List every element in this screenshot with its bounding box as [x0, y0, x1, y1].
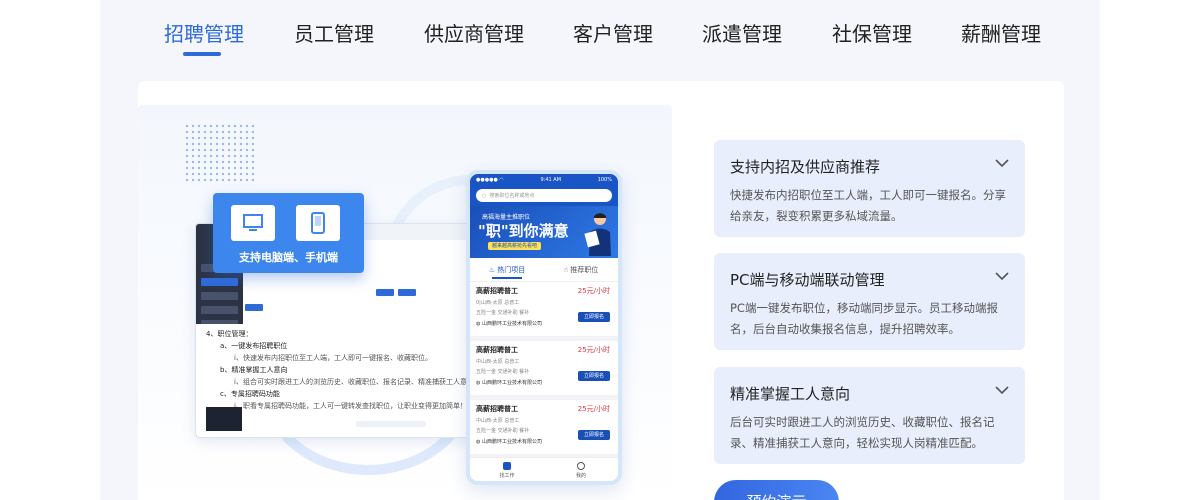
doc-line: i、职看专属招聘码功能，工人可一键转发查找职位，让职业变得更加简单！ [234, 402, 467, 410]
desktop-pager [356, 421, 426, 427]
phone-banner: 高福海量主推职位 "职"到你满意 越来越高薪抢先看吧 [470, 206, 618, 258]
phone-nav-work-label: 找工作 [499, 473, 515, 479]
banner-sub-text: 越来越高薪抢先看吧 [488, 242, 542, 250]
job-company-name: 山西鹏环工业技术有限公司 [481, 380, 542, 386]
active-tab-indicator [183, 52, 221, 56]
doc-line: b、精准掌握工人意向 [220, 366, 288, 374]
job-apply-button: 立即报名 [578, 371, 610, 381]
tab-dispatch[interactable]: 派遣管理 [702, 18, 782, 47]
tab-supplier[interactable]: 供应商管理 [424, 18, 524, 47]
feature-title: PC端与移动端联动管理 [730, 271, 885, 289]
chevron-down-icon[interactable] [995, 158, 1009, 168]
content-card: 4、职位管理： a、一键发布招聘职位 i、快速发布内招职位至工人端，工人即可一键… [138, 81, 1064, 500]
page-stage: 招聘管理 员工管理 供应商管理 客户管理 派遣管理 社保管理 薪酬管理 4、职位… [100, 0, 1100, 500]
phone-search-placeholder: 搜索职位名称或地点 [489, 193, 535, 199]
company-logo-icon: ◍ [476, 439, 481, 445]
desktop-sidebar-item [201, 306, 238, 314]
job-apply-button: 立即报名 [578, 312, 610, 322]
phone-tab-recommend: ☝ 推荐职位 [544, 258, 618, 281]
phone-nav-work: 找工作 [470, 458, 544, 481]
job-company-name: 山西鹏环工业技术有限公司 [481, 321, 542, 327]
company-logo-icon: ◍ [476, 321, 481, 327]
monitor-icon [231, 205, 275, 241]
feature-title: 精准掌握工人意向 [730, 385, 851, 403]
tab-social-security[interactable]: 社保管理 [832, 18, 912, 47]
phone-battery: 100% [597, 177, 612, 183]
tab-customer[interactable]: 客户管理 [573, 18, 653, 47]
doc-heading: 4、职位管理： [206, 330, 253, 338]
user-icon [577, 462, 585, 470]
signal-icon: ●●●●● ◠ [476, 177, 504, 183]
module-tabs: 招聘管理 员工管理 供应商管理 客户管理 派遣管理 社保管理 薪酬管理 [100, 0, 1100, 70]
chevron-down-icon[interactable] [995, 385, 1009, 395]
desktop-button [245, 304, 263, 311]
job-meta: 中山西-太原 总普工 [476, 359, 520, 365]
businessman-illustration [584, 213, 611, 256]
phone-icon [296, 205, 340, 241]
feature-panel-worker-intent[interactable]: 精准掌握工人意向 后台可实时跟进工人的浏览历史、收藏职位、报名记录、精准捕获工人… [714, 367, 1025, 464]
flame-icon: ♨ [488, 265, 496, 274]
desktop-sidebar-item [201, 278, 238, 286]
phone-time: 9:41 AM [540, 177, 562, 183]
desktop-button [376, 289, 394, 296]
feature-title: 支持内招及供应商推荐 [730, 158, 881, 176]
phone-search-input: ○ 搜索职位名称或地点 [476, 189, 612, 202]
phone-search-bar: ○ 搜索职位名称或地点 [470, 186, 618, 206]
device-support-card: 支持电脑端、手机端 [213, 193, 364, 273]
feature-description: PC端一键发布职位，移动端同步显示。员工移动端报名，后台自动收集报名信息，提升招… [730, 301, 998, 336]
dot-pattern [184, 123, 254, 185]
phone-mockup: ●●●●● ◠ 9:41 AM 100% ○ 搜索职位名称或地点 高福海量主推职… [466, 170, 622, 485]
feature-panel-referral[interactable]: 支持内招及供应商推荐 快捷发布内招职位至工人端，工人即可一键报名。分享给亲友，裂… [714, 140, 1025, 237]
job-company-name: 山西鹏环工业技术有限公司 [481, 439, 542, 445]
phone-tab-hot: ♨ 热门项目 [470, 258, 544, 281]
desktop-thumbnail [206, 407, 242, 431]
desktop-button [398, 289, 416, 296]
doc-line: a、一键发布招聘职位 [220, 342, 288, 350]
job-apply-button: 立即报名 [578, 430, 610, 440]
thumbs-up-icon: ☝ [563, 265, 569, 274]
doc-line: c、专属招聘码功能 [220, 390, 280, 398]
feature-description: 快捷发布内招职位至工人端，工人即可一键报名。分享给亲友，裂变积累更多私域流量。 [730, 188, 1006, 223]
book-demo-button[interactable]: 预约演示 [714, 480, 839, 500]
phone-tab-recommend-label: 推荐职位 [570, 265, 599, 274]
feature-description: 后台可实时跟进工人的浏览历史、收藏职位、报名记录、精准捕获工人意向，轻松实现人岗… [730, 415, 995, 450]
chevron-down-icon[interactable] [995, 271, 1009, 281]
job-meta: 0|山西-太原 总普工 [476, 300, 520, 306]
product-illustration: 4、职位管理： a、一键发布招聘职位 i、快速发布内招职位至工人端，工人即可一键… [138, 105, 672, 500]
desktop-sidebar-item [201, 292, 238, 300]
briefcase-icon [503, 462, 511, 470]
job-card: 高薪招聘普工 25元/小时 中山西-太原 总普工 五险一金 交通补助 餐补 ◍ … [470, 341, 618, 400]
job-meta: 中山西-太原 总普工 [476, 418, 520, 424]
tab-employee[interactable]: 员工管理 [294, 18, 374, 47]
job-salary: 25元/小时 [577, 405, 610, 413]
tab-payroll[interactable]: 薪酬管理 [961, 18, 1041, 47]
banner-main-text: "职"到你满意 [478, 222, 569, 240]
device-support-label: 支持电脑端、手机端 [239, 251, 338, 264]
phone-nav-mine: 我的 [544, 458, 618, 481]
phone-bottom-nav: 找工作 我的 [470, 457, 618, 481]
tab-recruitment[interactable]: 招聘管理 [164, 18, 244, 47]
search-icon: ○ [482, 192, 487, 199]
job-salary: 25元/小时 [577, 287, 610, 295]
doc-line: i、快速发布内招职位至工人端，工人即可一键报名、收藏职位。 [234, 354, 432, 362]
phone-status-bar: ●●●●● ◠ 9:41 AM 100% [470, 174, 618, 186]
job-salary: 25元/小时 [577, 346, 610, 354]
job-card: 高薪招聘普工 25元/小时 中山西-太原 总普工 五险一金 交通补助 餐补 ◍ … [470, 400, 618, 459]
doc-line: i、组合可实时跟进工人的浏览历史、收藏职位、报名记录、精准捕获工人意向。 [234, 378, 481, 386]
phone-tabs: ♨ 热门项目 ☝ 推荐职位 [470, 258, 618, 282]
phone-tab-hot-label: 热门项目 [497, 265, 526, 274]
job-card: 高薪招聘普工 25元/小时 0|山西-太原 总普工 五险一金 交通补助 餐补 ◍… [470, 282, 618, 341]
feature-panel-pc-mobile[interactable]: PC端与移动端联动管理 PC端一键发布职位，移动端同步显示。员工移动端报名，后台… [714, 253, 1025, 350]
phone-nav-mine-label: 我的 [575, 473, 586, 479]
company-logo-icon: ◍ [476, 380, 481, 386]
